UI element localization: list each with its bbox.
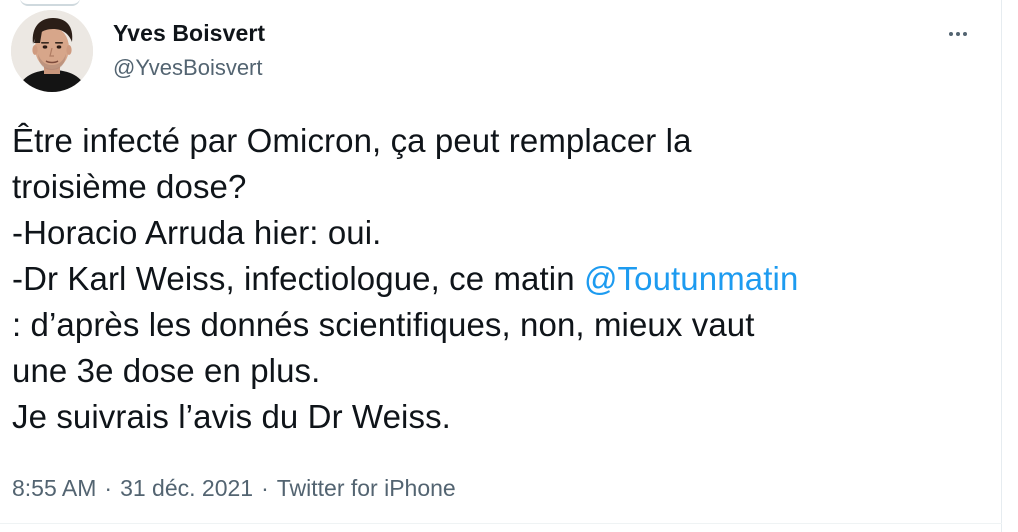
- tweet-line-text: -Dr Karl Weiss, infectiologue, ce matin: [12, 260, 584, 297]
- tweet-line: -Dr Karl Weiss, infectiologue, ce matin …: [12, 256, 972, 302]
- more-horizontal-icon: [963, 32, 967, 36]
- author-handle[interactable]: @YvesBoisvert: [113, 54, 265, 82]
- tweet-line: : d’après les donnés scientifiques, non,…: [12, 306, 755, 343]
- top-border-fragment: [20, 0, 80, 6]
- card-bottom-border: [0, 523, 1002, 524]
- avatar[interactable]: [11, 10, 93, 92]
- tweet-metadata: 8:55 AM · 31 déc. 2021 · Twitter for iPhone: [12, 473, 456, 503]
- more-horizontal-icon: [956, 32, 960, 36]
- author-info: Yves Boisvert @YvesBoisvert: [113, 19, 265, 82]
- tweet-source[interactable]: Twitter for iPhone: [277, 475, 456, 501]
- tweet-card: Yves Boisvert @YvesBoisvert Être infecté…: [0, 0, 1018, 532]
- tweet-time[interactable]: 8:55 AM: [12, 475, 96, 501]
- tweet-text: Être infecté par Omicron, ça peut rempla…: [12, 118, 972, 440]
- author-display-name[interactable]: Yves Boisvert: [113, 19, 265, 47]
- separator: ·: [261, 475, 269, 501]
- more-options-button[interactable]: [940, 22, 976, 46]
- separator: ·: [104, 475, 113, 501]
- tweet-date[interactable]: 31 déc. 2021: [120, 475, 253, 501]
- tweet-line: une 3e dose en plus.: [12, 352, 321, 389]
- more-horizontal-icon: [949, 32, 953, 36]
- avatar-photo: [11, 10, 93, 92]
- mention-link[interactable]: @Toutunmatin: [584, 260, 798, 297]
- tweet-line: Être infecté par Omicron, ça peut rempla…: [12, 122, 692, 159]
- card-right-border: [1001, 0, 1002, 532]
- tweet-line: Je suivrais l’avis du Dr Weiss.: [12, 398, 451, 435]
- tweet-line: troisième dose?: [12, 168, 247, 205]
- tweet-line: -Horacio Arruda hier: oui.: [12, 214, 382, 251]
